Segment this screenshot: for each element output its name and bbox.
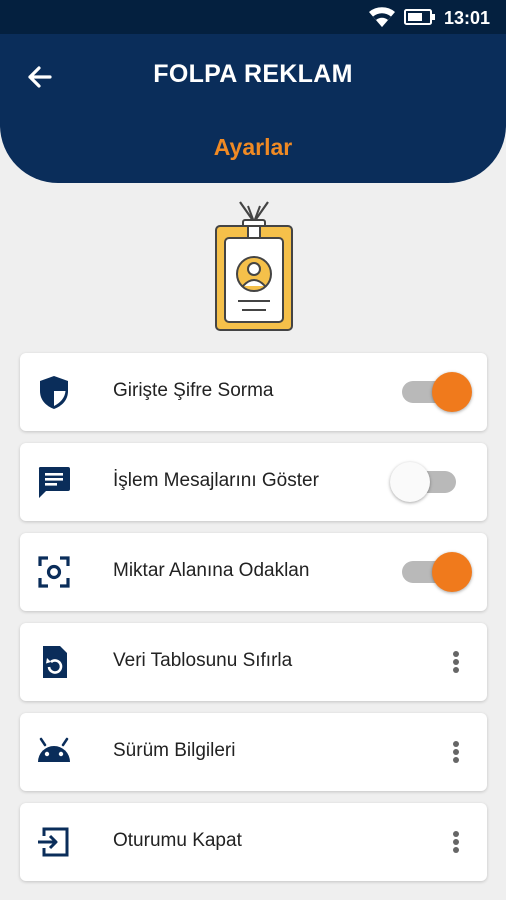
setting-label: Veri Tablosunu Sıfırla [113,650,293,671]
file-restore-icon [43,646,67,678]
logout-icon [38,827,69,857]
more-options-icon[interactable] [444,735,468,769]
android-icon [38,737,70,762]
setting-row-reset-table[interactable]: Veri Tablosunu Sıfırla [20,623,487,701]
setting-label: Girişte Şifre Sorma [113,380,274,401]
page-title: Ayarlar [213,134,293,160]
setting-label: İşlem Mesajlarını Göster [113,470,319,491]
toggle-knob [390,462,430,502]
app-header: FOLPA REKLAM Ayarlar [0,34,506,183]
show-messages-toggle[interactable] [390,462,464,502]
battery-icon [404,9,435,25]
toggle-knob [432,372,472,412]
message-icon [38,467,70,498]
app-title: FOLPA REKLAM [153,60,353,88]
setting-row-version-info[interactable]: Sürüm Bilgileri [20,713,487,791]
setting-label: Sürüm Bilgileri [113,740,236,761]
focus-icon [38,556,70,588]
more-options-icon[interactable] [444,645,468,679]
shield-icon [40,376,68,409]
focus-quantity-toggle[interactable] [398,552,472,592]
more-options-icon[interactable] [444,825,468,859]
setting-row-focus-quantity[interactable]: Miktar Alanına Odaklan [20,533,487,611]
status-bar: 13:01 [0,0,506,34]
password-prompt-toggle[interactable] [398,372,472,412]
id-badge-icon [215,201,293,331]
setting-row-show-messages[interactable]: İşlem Mesajlarını Göster [20,443,487,521]
toggle-knob [432,552,472,592]
status-time: 13:01 [444,8,491,28]
setting-row-password-prompt[interactable]: Girişte Şifre Sorma [20,353,487,431]
setting-label: Oturumu Kapat [113,830,242,851]
wifi-icon [369,7,395,27]
setting-row-logout[interactable]: Oturumu Kapat [20,803,487,881]
setting-label: Miktar Alanına Odaklan [113,560,310,581]
